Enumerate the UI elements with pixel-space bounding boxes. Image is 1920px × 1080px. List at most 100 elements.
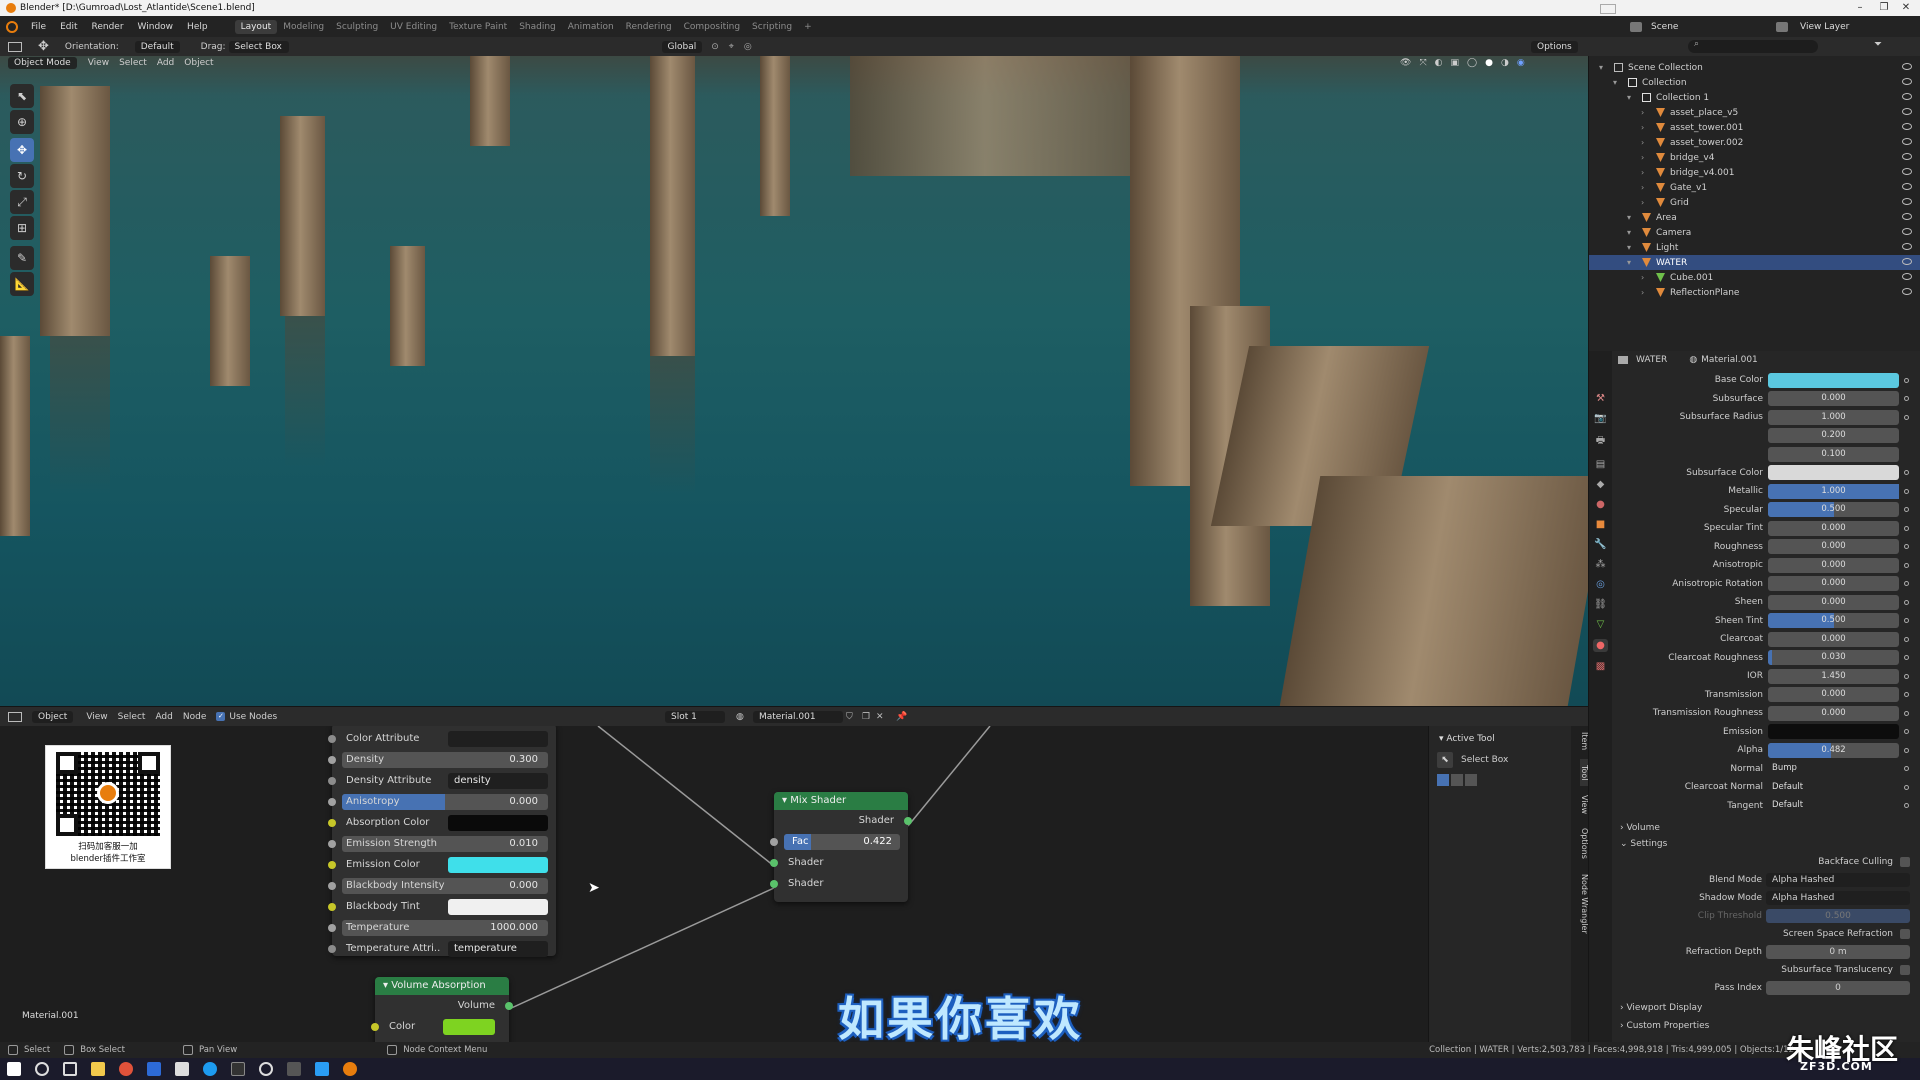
- disclosure-icon[interactable]: ›: [1641, 168, 1651, 177]
- orientation-dropdown[interactable]: Default: [134, 40, 180, 53]
- visibility-eye-icon[interactable]: [1902, 273, 1912, 280]
- numeric-field[interactable]: 1.450: [1768, 668, 1899, 684]
- input-socket[interactable]: [328, 881, 336, 890]
- filter-icon[interactable]: ⏷: [1874, 39, 1882, 50]
- search-taskbar-icon[interactable]: [35, 1062, 49, 1076]
- color-field[interactable]: [1768, 372, 1899, 388]
- dropdown-field[interactable]: Bump: [1768, 761, 1899, 776]
- link-socket-icon[interactable]: [1904, 673, 1909, 679]
- menu-add[interactable]: Add: [157, 58, 174, 68]
- disclosure-icon[interactable]: ▾: [1627, 258, 1637, 267]
- select-box-icon[interactable]: ⬉: [1437, 752, 1453, 768]
- gizmo-icon[interactable]: ⤧: [1419, 58, 1426, 68]
- options-dropdown[interactable]: Options: [1531, 40, 1578, 53]
- visibility-eye-icon[interactable]: [1902, 258, 1912, 265]
- menu-file[interactable]: File: [24, 22, 53, 32]
- menu-select[interactable]: Select: [119, 58, 147, 68]
- measure-tool-icon[interactable]: 📐: [10, 272, 34, 296]
- snap-icon[interactable]: ⌖: [729, 42, 734, 52]
- file-explorer-icon[interactable]: [91, 1062, 105, 1076]
- visibility-eye-icon[interactable]: [1902, 78, 1912, 85]
- color-field[interactable]: [1768, 465, 1899, 481]
- blender-taskbar-icon[interactable]: [343, 1062, 357, 1076]
- app-icon[interactable]: [231, 1062, 245, 1076]
- dropdown-field[interactable]: Default: [1768, 798, 1899, 813]
- link-socket-icon[interactable]: [1904, 784, 1909, 790]
- disclosure-icon[interactable]: ›: [1641, 288, 1651, 297]
- disclosure-icon[interactable]: ▾: [1627, 93, 1637, 102]
- input-socket[interactable]: [328, 839, 336, 848]
- outliner-type-icon[interactable]: [1600, 4, 1616, 14]
- mix-output-socket[interactable]: [904, 816, 912, 825]
- volume-color-swatch[interactable]: [443, 1018, 495, 1035]
- pivot-icon[interactable]: ⊙: [711, 42, 719, 52]
- menu-edit[interactable]: Edit: [53, 22, 84, 32]
- numeric-field[interactable]: 0.500: [1768, 502, 1899, 518]
- shader-type-dropdown[interactable]: Object: [32, 710, 74, 723]
- select-mode-subtract-icon[interactable]: [1465, 774, 1477, 786]
- material-tab-icon[interactable]: ●: [1593, 639, 1608, 652]
- tab-uv-editing[interactable]: UV Editing: [384, 20, 443, 34]
- physics-tab-icon[interactable]: ◎: [1596, 579, 1605, 590]
- task-view-icon[interactable]: [63, 1062, 77, 1076]
- input-socket[interactable]: [328, 734, 336, 743]
- disclosure-icon[interactable]: ▾: [1613, 78, 1623, 87]
- input-socket[interactable]: [328, 902, 336, 911]
- numeric-field[interactable]: 0.000: [1768, 576, 1899, 592]
- tab-shading[interactable]: Shading: [513, 20, 562, 34]
- outliner-item-gate-v1[interactable]: › Gate_v1: [1589, 180, 1920, 195]
- select-mode-extend-icon[interactable]: [1451, 774, 1463, 786]
- node-menu-node[interactable]: Node: [183, 712, 207, 722]
- 3d-viewport[interactable]: ⬉ ⊕ ✥ ↻ ⤢ ⊞ ✎ 📐: [0, 56, 1588, 706]
- shading-material-icon[interactable]: ◑: [1501, 58, 1509, 68]
- editor-type-icon[interactable]: [8, 41, 22, 52]
- app-icon[interactable]: [147, 1062, 161, 1076]
- view-layer-tab-icon[interactable]: ▤: [1596, 459, 1605, 470]
- link-socket-icon[interactable]: [1904, 766, 1909, 772]
- transform-icon[interactable]: ✥: [38, 39, 49, 54]
- link-socket-icon[interactable]: [1904, 377, 1909, 383]
- data-tab-icon[interactable]: ▽: [1597, 619, 1605, 630]
- link-socket-icon[interactable]: [1904, 562, 1909, 568]
- node-editor-canvas[interactable]: 扫码加客服一加 blender插件工作室 Color Attribute Dens…: [0, 726, 1428, 1042]
- visibility-eye-icon[interactable]: [1902, 198, 1912, 205]
- shader2-socket[interactable]: [770, 879, 778, 888]
- visibility-eye-icon[interactable]: [1902, 93, 1912, 100]
- link-socket-icon[interactable]: [1904, 729, 1909, 735]
- outliner-item-bridge-v4-001[interactable]: › bridge_v4.001: [1589, 165, 1920, 180]
- numeric-field[interactable]: 0.000: [1768, 391, 1899, 407]
- link-socket-icon[interactable]: [1904, 396, 1909, 402]
- shading-rendered-icon[interactable]: ◉: [1517, 58, 1525, 68]
- menu-render[interactable]: Render: [85, 22, 131, 32]
- link-socket-icon[interactable]: [1904, 581, 1909, 587]
- edge-icon[interactable]: [203, 1062, 217, 1076]
- visibility-icon[interactable]: 👁: [1400, 58, 1411, 68]
- link-socket-icon[interactable]: [1904, 414, 1909, 420]
- input-socket[interactable]: [328, 923, 336, 932]
- input-socket[interactable]: [328, 797, 336, 806]
- texture-tab-icon[interactable]: ▩: [1596, 661, 1605, 672]
- link-socket-icon[interactable]: [1904, 470, 1909, 476]
- visibility-eye-icon[interactable]: [1902, 228, 1912, 235]
- menu-help[interactable]: Help: [180, 22, 215, 32]
- scene-tab-icon[interactable]: ◆: [1597, 479, 1605, 490]
- numeric-field[interactable]: 0.500: [1768, 613, 1899, 629]
- link-socket-icon[interactable]: [1904, 636, 1909, 642]
- numeric-field[interactable]: 0.000: [1768, 631, 1899, 647]
- input-socket[interactable]: [328, 776, 336, 785]
- link-socket-icon[interactable]: [1904, 803, 1909, 809]
- annotate-tool-icon[interactable]: ✎: [10, 246, 34, 270]
- disclosure-icon[interactable]: ›: [1641, 198, 1651, 207]
- dropdown-field[interactable]: Default: [1768, 780, 1899, 795]
- constraints-tab-icon[interactable]: ⛓: [1594, 599, 1607, 610]
- scale-tool-icon[interactable]: ⤢: [10, 190, 34, 214]
- node-menu-select[interactable]: Select: [118, 712, 146, 722]
- tool-tab-icon[interactable]: ⚒: [1596, 393, 1605, 404]
- link-socket-icon[interactable]: [1904, 747, 1909, 753]
- numeric-field[interactable]: 0.000: [1768, 687, 1899, 703]
- firefox-icon[interactable]: [119, 1062, 133, 1076]
- subsurface-translucency-checkbox[interactable]: [1900, 965, 1910, 975]
- numeric-field[interactable]: 1.000: [1768, 483, 1899, 499]
- volume-absorption-node[interactable]: ▾ Volume Absorption Volume Color: [371, 977, 513, 1042]
- node-menu-add[interactable]: Add: [155, 712, 172, 722]
